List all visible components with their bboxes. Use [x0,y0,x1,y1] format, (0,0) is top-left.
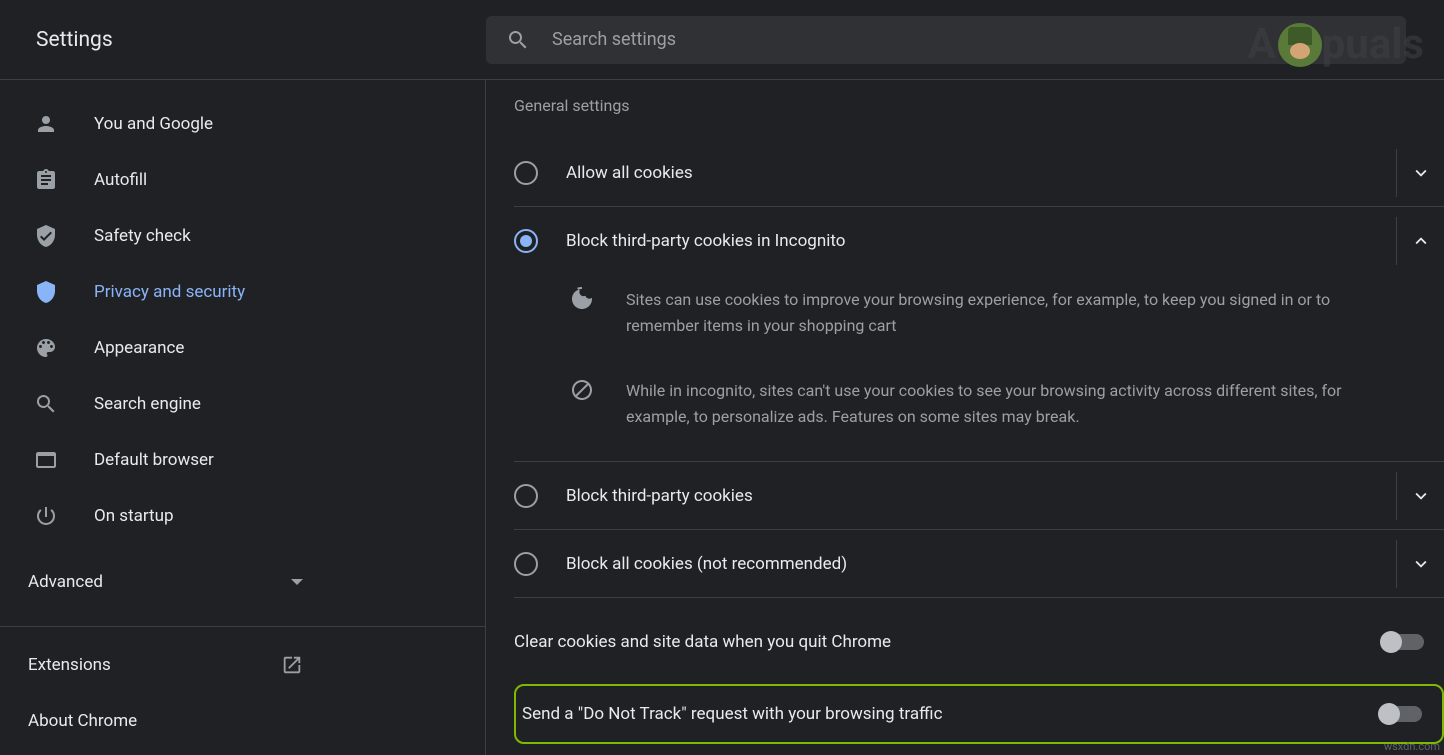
sidebar-item-search-engine[interactable]: Search engine [0,376,477,432]
radio-indicator [514,552,538,576]
content: General settings Allow all cookies Block… [486,80,1444,755]
expand-button[interactable] [1396,540,1444,588]
info-text: Sites can use cookies to improve your br… [626,287,1396,338]
chevron-down-icon [1410,553,1432,575]
sidebar-item-privacy-security[interactable]: Privacy and security [0,264,477,320]
block-icon [570,378,594,402]
radio-label: Block all cookies (not recommended) [566,554,1376,574]
radio-block-third-party[interactable]: Block third-party cookies [514,462,1444,530]
radio-allow-all-cookies[interactable]: Allow all cookies [514,139,1444,207]
cookie-icon [570,287,594,311]
main-container: You and Google Autofill Safety check Pri… [0,80,1444,755]
sidebar-advanced[interactable]: Advanced [0,554,485,610]
search-icon [34,392,58,416]
chevron-down-icon [1410,485,1432,507]
chevron-down-icon [1410,162,1432,184]
section-title: General settings [514,96,1444,115]
toggle-label: Send a "Do Not Track" request with your … [522,704,942,724]
sidebar-item-label: Privacy and security [94,282,245,302]
sidebar-extensions[interactable]: Extensions [0,637,485,693]
toggle-do-not-track[interactable]: Send a "Do Not Track" request with your … [514,684,1444,744]
sidebar-item-on-startup[interactable]: On startup [0,488,477,544]
collapse-button[interactable] [1396,217,1444,265]
chevron-up-icon [1410,230,1432,252]
radio-label: Block third-party cookies [566,486,1376,506]
toggle-clear-cookies-on-quit[interactable]: Clear cookies and site data when you qui… [514,612,1444,672]
divider [0,626,485,627]
radio-indicator [514,484,538,508]
radio-label: Allow all cookies [566,163,1376,183]
sidebar-item-label: Safety check [94,226,191,246]
sidebar-item-label: You and Google [94,114,213,134]
shield-icon [34,280,58,304]
sidebar-item-label: Appearance [94,338,184,358]
toggle-label: Clear cookies and site data when you qui… [514,632,891,652]
power-icon [34,504,58,528]
search-icon [506,28,530,52]
sidebar-item-label: Search engine [94,394,201,414]
sidebar-item-label: Autofill [94,170,147,190]
radio-indicator [514,229,538,253]
info-row: Sites can use cookies to improve your br… [514,275,1444,350]
info-row: While in incognito, sites can't use your… [514,366,1444,441]
sidebar-item-autofill[interactable]: Autofill [0,152,477,208]
radio-block-third-party-incognito[interactable]: Block third-party cookies in Incognito [514,207,1444,275]
clipboard-icon [34,168,58,192]
advanced-label: Advanced [28,572,103,592]
toggle-switch[interactable] [1380,706,1422,722]
person-icon [34,112,58,136]
radio-label: Block third-party cookies in Incognito [566,231,1376,251]
sidebar-item-appearance[interactable]: Appearance [0,320,477,376]
sidebar-item-safety-check[interactable]: Safety check [0,208,477,264]
info-text: While in incognito, sites can't use your… [626,378,1396,429]
browser-icon [34,448,58,472]
external-link-icon [281,654,303,676]
sidebar-item-you-and-google[interactable]: You and Google [0,96,477,152]
chevron-down-icon [291,579,303,585]
expand-button[interactable] [1396,149,1444,197]
sidebar-item-label: On startup [94,506,174,526]
palette-icon [34,336,58,360]
expanded-content: Sites can use cookies to improve your br… [514,275,1444,462]
extensions-label: Extensions [28,655,111,675]
sidebar-item-label: Default browser [94,450,214,470]
radio-block-all-cookies[interactable]: Block all cookies (not recommended) [514,530,1444,598]
radio-indicator [514,161,538,185]
search-container[interactable] [486,16,1406,64]
search-input[interactable] [552,29,1386,50]
sidebar: You and Google Autofill Safety check Pri… [0,80,486,755]
toggle-switch[interactable] [1382,634,1424,650]
expand-button[interactable] [1396,472,1444,520]
shield-check-icon [34,224,58,248]
about-label: About Chrome [28,711,137,731]
header: Settings [0,0,1444,80]
sidebar-about-chrome[interactable]: About Chrome [0,693,485,749]
sidebar-item-default-browser[interactable]: Default browser [0,432,477,488]
page-title: Settings [36,28,486,52]
